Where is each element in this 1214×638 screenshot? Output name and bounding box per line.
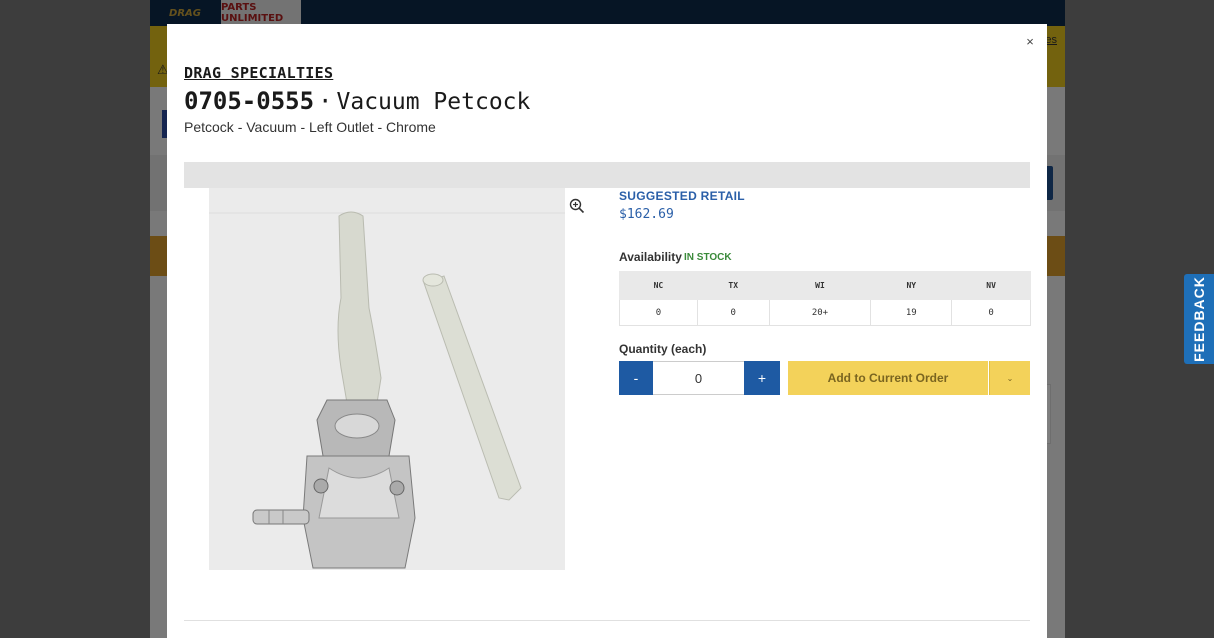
close-icon[interactable]: × <box>1023 34 1037 52</box>
part-number: 0705-0555 <box>184 87 315 115</box>
warehouse-value: 19 <box>870 299 953 326</box>
quantity-decrease-button[interactable]: - <box>619 361 653 395</box>
warehouse-value: 0 <box>619 299 698 326</box>
quantity-input[interactable] <box>653 361 744 395</box>
warehouse-header: TX <box>696 271 770 300</box>
quantity-increase-button[interactable]: + <box>744 361 780 395</box>
product-modal: × DRAG SPECIALTIES 0705-0555 · Vacuum Petc… <box>167 24 1047 638</box>
availability-label: Availability <box>619 250 682 264</box>
feedback-label: FEEDBACK <box>1191 276 1207 362</box>
warehouse-stock-table: NC TX WI NY NV 0 0 20+ 19 0 <box>619 271 1031 326</box>
product-name: Vacuum Petcock <box>336 89 531 115</box>
quantity-label: Quantity (each) <box>619 342 707 356</box>
product-description: Petcock - Vacuum - Left Outlet - Chrome <box>184 119 436 135</box>
warehouse-header-row: NC TX WI NY NV <box>619 271 1031 300</box>
suggested-retail-label: SUGGESTED RETAIL <box>619 189 745 203</box>
modal-divider <box>184 620 1030 621</box>
title-separator: · <box>318 87 333 115</box>
feedback-tab[interactable]: FEEDBACK <box>1184 274 1214 364</box>
warehouse-value: 20+ <box>768 299 872 326</box>
suggested-retail-price: $162.69 <box>619 207 674 222</box>
order-dropdown-button[interactable]: ⌄ <box>989 361 1030 395</box>
warehouse-value: 0 <box>951 299 1031 326</box>
image-header-bar <box>184 162 1030 188</box>
availability-status: IN STOCK <box>684 252 732 263</box>
warehouse-value-row: 0 0 20+ 19 0 <box>619 299 1031 326</box>
warehouse-header: NC <box>619 271 698 300</box>
warehouse-value: 0 <box>696 299 770 326</box>
product-title: 0705-0555 · Vacuum Petcock <box>184 87 530 116</box>
warehouse-header: WI <box>768 271 872 300</box>
warehouse-header: NY <box>870 271 953 300</box>
zoom-in-icon[interactable] <box>569 198 585 214</box>
add-to-order-button[interactable]: Add to Current Order <box>788 361 988 395</box>
brand-link[interactable]: DRAG SPECIALTIES <box>184 64 333 82</box>
chevron-down-icon: ⌄ <box>1006 373 1014 383</box>
warehouse-header: NV <box>951 271 1031 300</box>
petcock-image <box>209 188 565 570</box>
product-image[interactable] <box>209 188 565 570</box>
